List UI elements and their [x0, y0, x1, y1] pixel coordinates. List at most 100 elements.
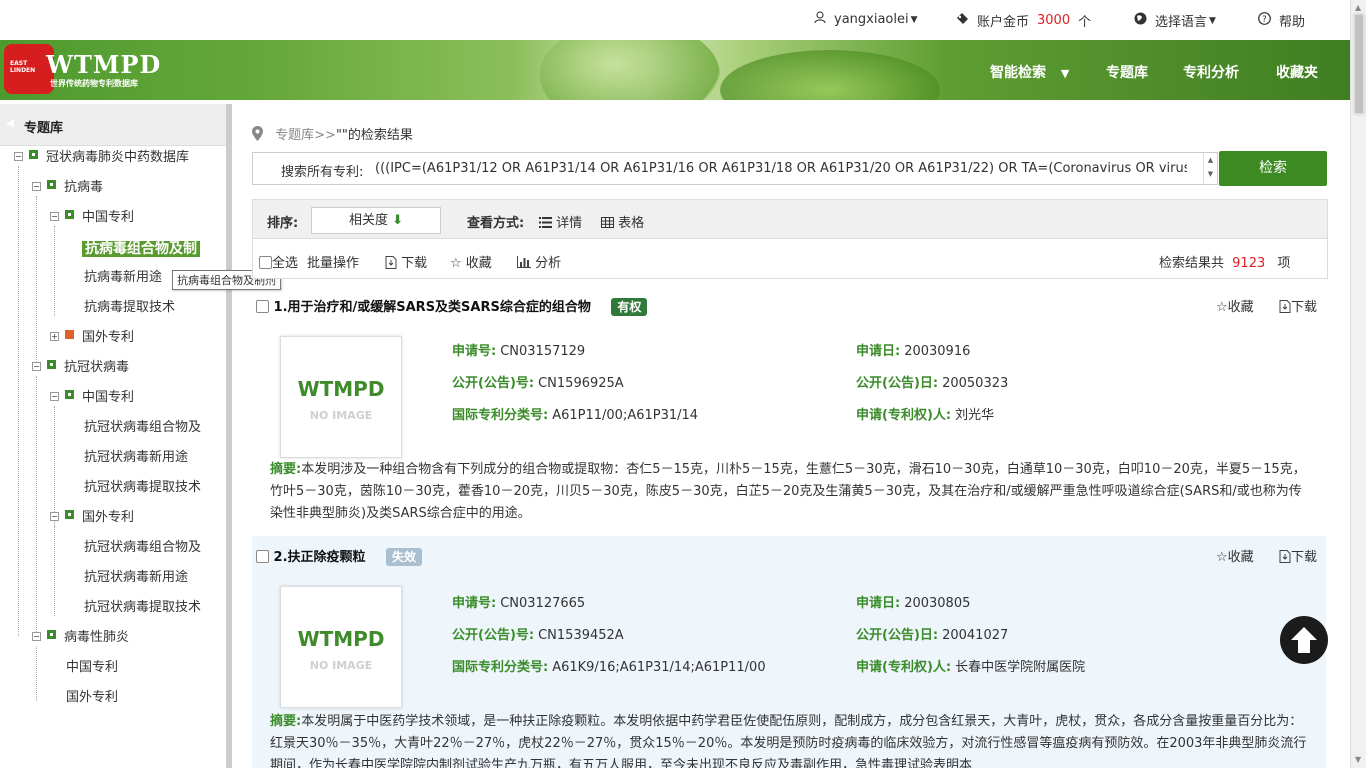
collapse-toggle-icon[interactable]: −: [32, 632, 41, 641]
tree-checkbox[interactable]: [65, 330, 74, 339]
search-button[interactable]: 检索: [1219, 151, 1327, 186]
nav-topic-library[interactable]: 专题库: [1106, 62, 1148, 82]
help-icon: ?: [1258, 12, 1271, 29]
user-icon: [814, 11, 826, 28]
result-checkbox[interactable]: [256, 300, 269, 313]
scroll-up-icon[interactable]: ▲: [1355, 3, 1361, 12]
expand-toggle-icon[interactable]: +: [50, 332, 59, 341]
field-label: 公开(公告)号:: [452, 628, 535, 643]
collapse-toggle-icon[interactable]: −: [50, 512, 59, 521]
patent-thumbnail[interactable]: WTMPD NO IMAGE: [280, 586, 402, 708]
tree-checkbox[interactable]: [47, 180, 56, 189]
batch-analyze-button[interactable]: 分析: [517, 252, 561, 271]
sidebar-header[interactable]: ◀ 专题库: [0, 104, 226, 146]
nav-patent-analysis[interactable]: 专利分析: [1183, 62, 1239, 82]
tree-node-corona-cn-extract[interactable]: 抗冠状病毒提取技术: [84, 478, 201, 498]
result-favorite-button[interactable]: ☆收藏: [1216, 296, 1254, 315]
tree-node-corona-fr-composition[interactable]: 抗冠状病毒组合物及: [84, 538, 214, 558]
breadcrumb: 专题库>>""的检索结果: [252, 124, 413, 143]
sidebar: ◀ 专题库 − 冠状病毒肺炎中药数据库 − 抗病毒 − 中国专利 抗病毒组合物及制 抗…: [0, 104, 232, 768]
collapse-toggle-icon[interactable]: −: [32, 182, 41, 191]
result-item: 2.扶正除疫颗粒 失效 ☆收藏 下载 WTMPD NO IMAGE 申请号: CN…: [252, 536, 1326, 768]
collapse-toggle-icon[interactable]: −: [50, 392, 59, 401]
sort-select[interactable]: 相关度 ⬇: [311, 207, 441, 234]
tree-node-corona-cn-composition[interactable]: 抗冠状病毒组合物及: [84, 418, 214, 438]
coin-icon: [955, 12, 969, 30]
collapse-toggle-icon[interactable]: −: [50, 212, 59, 221]
download-label: 下载: [401, 256, 428, 271]
result-title-text[interactable]: 1.用于治疗和/或缓解SARS及类SARS综合症的组合物: [274, 300, 591, 315]
select-all[interactable]: 全选: [259, 252, 298, 271]
tree-label-selected: 抗病毒组合物及制: [82, 241, 200, 257]
tree-label: 国外专利: [82, 510, 135, 525]
view-table-option[interactable]: 表格: [601, 212, 644, 231]
tree-checkbox[interactable]: [47, 630, 56, 639]
search-box-scroller[interactable]: ▲ ▼: [1203, 153, 1217, 184]
coins-label: 账户金币: [977, 15, 1030, 30]
tree-label: 抗冠状病毒新用途: [84, 570, 189, 585]
page-scrollbar[interactable]: ▲ ▼: [1350, 0, 1366, 768]
tree-label: 抗病毒提取技术: [84, 300, 176, 315]
search-query-input[interactable]: (((IPC=(A61P31/12 OR A61P31/14 OR A61P31…: [375, 161, 1187, 176]
tree-checkbox[interactable]: [65, 210, 74, 219]
result-title[interactable]: 2.扶正除疫颗粒 失效: [256, 546, 423, 566]
result-count-suffix: 项: [1277, 256, 1291, 271]
tree-node-antiviral-foreign[interactable]: + 国外专利: [50, 328, 134, 348]
collapse-icon[interactable]: ◀: [6, 118, 14, 129]
nav-favorites[interactable]: 收藏夹: [1276, 62, 1318, 82]
batch-download-button[interactable]: 下载: [385, 252, 427, 271]
tree-node-vp-foreign[interactable]: 国外专利: [66, 688, 118, 708]
breadcrumb-link[interactable]: 专题库>>: [275, 128, 336, 143]
tree-node-corona-cn-new-use[interactable]: 抗冠状病毒新用途: [84, 448, 188, 468]
tree-guide-line: [36, 646, 37, 701]
result-download-button[interactable]: 下载: [1279, 546, 1317, 565]
tree-checkbox[interactable]: [29, 150, 38, 159]
tree-node-antiviral-extract[interactable]: 抗病毒提取技术: [84, 298, 175, 318]
tree-node-anti-corona-foreign[interactable]: − 国外专利: [50, 508, 134, 528]
result-title[interactable]: 1.用于治疗和/或缓解SARS及类SARS综合症的组合物 有权: [256, 296, 648, 316]
tree-node-antiviral-composition[interactable]: 抗病毒组合物及制: [82, 238, 200, 260]
scroll-thumb[interactable]: [1354, 14, 1364, 114]
tree-node-antiviral-new-use[interactable]: 抗病毒新用途: [84, 268, 172, 288]
language-selector[interactable]: 选择语言 ▼: [1134, 11, 1216, 30]
ipc-classification: 国际专利分类号: A61P11/00;A61P31/14: [452, 404, 698, 423]
collapse-toggle-icon[interactable]: −: [14, 152, 23, 161]
field-label: 申请日:: [856, 596, 901, 611]
view-table-label: 表格: [618, 216, 645, 231]
view-detail-option[interactable]: 详情: [539, 212, 582, 231]
select-all-checkbox[interactable]: [259, 256, 272, 269]
scroll-down-icon[interactable]: ▼: [1355, 755, 1361, 764]
result-download-button[interactable]: 下载: [1279, 296, 1317, 315]
back-to-top-button[interactable]: [1280, 616, 1328, 664]
tree-node-root[interactable]: − 冠状病毒肺炎中药数据库: [14, 148, 189, 168]
tree-node-corona-fr-extract[interactable]: 抗冠状病毒提取技术: [84, 598, 201, 618]
tree-checkbox[interactable]: [65, 390, 74, 399]
field-value: 20030805: [904, 596, 971, 611]
tree-checkbox[interactable]: [65, 510, 74, 519]
tree-node-corona-fr-new-use[interactable]: 抗冠状病毒新用途: [84, 568, 188, 588]
patent-thumbnail[interactable]: WTMPD NO IMAGE: [280, 336, 402, 458]
tree-node-anti-corona-cn[interactable]: − 中国专利: [50, 388, 134, 408]
help-link[interactable]: ? 帮助: [1258, 11, 1305, 30]
caret-down-icon: ▼: [1060, 67, 1070, 80]
application-number: 申请号: CN03127665: [452, 592, 585, 611]
tree-node-antiviral-cn[interactable]: − 中国专利: [50, 208, 134, 228]
help-label: 帮助: [1279, 15, 1306, 30]
collapse-toggle-icon[interactable]: −: [32, 362, 41, 371]
batch-favorite-button[interactable]: ☆ 收藏: [450, 252, 492, 271]
tree-checkbox[interactable]: [47, 360, 56, 369]
search-box[interactable]: 搜索所有专利: (((IPC=(A61P31/12 OR A61P31/14 O…: [252, 152, 1218, 185]
nav-smart-search[interactable]: 智能检索 ▼: [990, 62, 1069, 82]
tree-node-viral-pneumonia[interactable]: − 病毒性肺炎: [32, 628, 129, 648]
user-menu[interactable]: yangxiaolei ▼: [814, 11, 918, 28]
sidebar-scrollbar[interactable]: [226, 104, 232, 768]
result-title-text[interactable]: 2.扶正除疫颗粒: [274, 550, 366, 565]
account-coins[interactable]: 账户金币 3000 个: [955, 11, 1091, 30]
brand-title[interactable]: WTMPD: [46, 50, 161, 79]
result-checkbox[interactable]: [256, 550, 269, 563]
result-count: 检索结果共 9123 项: [1159, 252, 1290, 271]
result-favorite-button[interactable]: ☆收藏: [1216, 546, 1254, 565]
tree-node-antiviral[interactable]: − 抗病毒: [32, 178, 103, 198]
tree-node-vp-cn[interactable]: 中国专利: [66, 658, 118, 678]
tree-node-anti-corona[interactable]: − 抗冠状病毒: [32, 358, 129, 378]
